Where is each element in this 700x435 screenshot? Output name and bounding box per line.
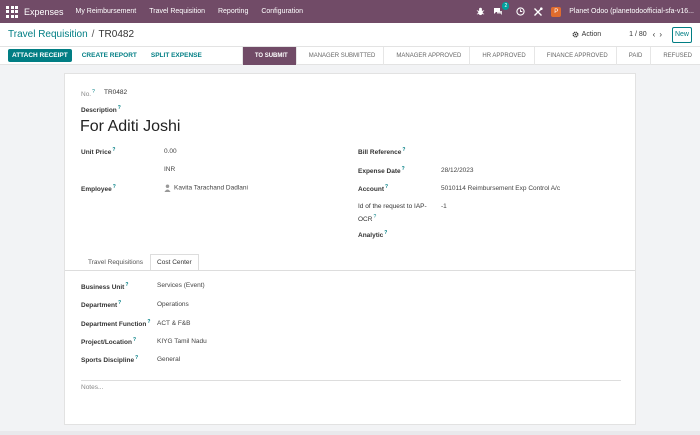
- department-function-label: Department Function?: [81, 319, 151, 329]
- project-location-label: Project/Location?: [81, 337, 136, 347]
- gear-icon: [572, 31, 579, 38]
- breadcrumb-current: TR0482: [98, 29, 135, 40]
- menu-my-reimbursement[interactable]: My Reimbursement: [76, 8, 137, 15]
- iap-ocr-label: Id of the request to IAP- OCR?: [358, 203, 427, 224]
- business-unit-label: Business Unit?: [81, 282, 129, 292]
- unit-price-value[interactable]: 0.00: [164, 148, 177, 155]
- department-value[interactable]: Operations: [157, 301, 189, 308]
- menu-configuration[interactable]: Configuration: [261, 8, 303, 15]
- stage-finance-approved[interactable]: FINANCE APPROVED: [533, 46, 616, 65]
- analytic-label: Analytic?: [358, 230, 388, 240]
- sports-discipline-value[interactable]: General: [157, 356, 180, 363]
- split-expense-button[interactable]: SPLIT EXPENSE: [147, 49, 206, 62]
- chat-badge: 2: [502, 1, 510, 10]
- chat-icon[interactable]: 2: [493, 1, 510, 17]
- top-navbar: Expenses My Reimbursement Travel Requisi…: [0, 0, 700, 23]
- breadcrumb-separator: /: [91, 29, 95, 40]
- notebook-tabs: Travel Requisitions Cost Center: [81, 254, 199, 271]
- help-icon[interactable]: ?: [402, 147, 405, 153]
- attach-receipt-button[interactable]: ATTACH RECEIPT: [8, 49, 72, 62]
- no-label: No.?: [81, 89, 95, 99]
- tab-travel-requisitions[interactable]: Travel Requisitions: [81, 254, 150, 271]
- breadcrumb: Travel Requisition / TR0482: [8, 29, 134, 40]
- stage-to-submit[interactable]: TO SUBMIT: [241, 46, 296, 65]
- employee-label: Employee?: [81, 184, 116, 194]
- stage-manager-approved[interactable]: MANAGER APPROVED: [383, 46, 469, 65]
- bill-reference-input[interactable]: [441, 146, 611, 156]
- employee-field[interactable]: Kavita Tarachand Dadlani: [164, 184, 248, 192]
- business-unit-value[interactable]: Services (Event): [157, 282, 205, 289]
- create-report-button[interactable]: CREATE REPORT: [78, 49, 141, 62]
- help-icon[interactable]: ?: [118, 105, 121, 111]
- help-icon[interactable]: ?: [373, 214, 376, 220]
- clock-icon[interactable]: [515, 7, 525, 17]
- help-icon[interactable]: ?: [384, 230, 387, 236]
- help-icon[interactable]: ?: [385, 184, 388, 190]
- stage-refused[interactable]: REFUSED: [650, 46, 700, 65]
- no-value: TR0482: [104, 89, 128, 96]
- description-label: Description?: [81, 105, 121, 115]
- bill-reference-label: Bill Reference?: [358, 147, 406, 157]
- help-icon[interactable]: ?: [125, 282, 128, 288]
- sports-discipline-label: Sports Discipline?: [81, 355, 139, 365]
- app-brand[interactable]: Expenses: [24, 7, 64, 17]
- pager-value[interactable]: 1 / 80: [629, 31, 647, 38]
- new-button[interactable]: New: [672, 26, 692, 43]
- tab-cost-center[interactable]: Cost Center: [150, 254, 199, 271]
- user-avatar[interactable]: P: [551, 6, 562, 17]
- help-icon[interactable]: ?: [133, 337, 136, 343]
- tab-divider: [65, 270, 635, 271]
- apps-grid-icon[interactable]: [4, 4, 20, 20]
- chatter-strip: [0, 431, 700, 435]
- stage-paid[interactable]: PAID: [615, 46, 651, 65]
- person-icon: [164, 184, 171, 192]
- stage-manager-submitted[interactable]: MANAGER SUBMITTED: [295, 46, 384, 65]
- department-label: Department?: [81, 300, 122, 310]
- employee-value: Kavita Tarachand Dadlani: [174, 184, 248, 192]
- notes-input[interactable]: Notes...: [81, 384, 103, 391]
- account-label: Account?: [358, 184, 389, 194]
- menu-reporting[interactable]: Reporting: [218, 8, 248, 15]
- currency-value[interactable]: INR: [164, 166, 175, 173]
- help-icon[interactable]: ?: [147, 319, 150, 325]
- iap-ocr-value[interactable]: -1: [441, 203, 447, 210]
- help-icon[interactable]: ?: [113, 184, 116, 190]
- menu-travel-requisition[interactable]: Travel Requisition: [149, 8, 205, 15]
- description-value[interactable]: For Aditi Joshi: [80, 118, 180, 136]
- action-label: Action: [581, 31, 602, 38]
- status-bar: ATTACH RECEIPT CREATE REPORT SPLIT EXPEN…: [0, 46, 700, 65]
- user-name[interactable]: Planet Odoo (planetodoofficial-sfa-v16..…: [569, 8, 694, 15]
- pager-prev-icon[interactable]: ‹: [653, 30, 656, 39]
- tools-icon[interactable]: [533, 6, 543, 17]
- help-icon[interactable]: ?: [135, 355, 138, 361]
- help-icon[interactable]: ?: [118, 300, 121, 306]
- account-value[interactable]: 5010114 Reimbursement Exp Control A/c: [441, 185, 560, 192]
- pager-next-icon[interactable]: ›: [659, 30, 662, 39]
- help-icon[interactable]: ?: [92, 89, 95, 95]
- expense-date-value[interactable]: 28/12/2023: [441, 167, 474, 174]
- unit-price-label: Unit Price?: [81, 147, 116, 157]
- help-icon[interactable]: ?: [112, 147, 115, 153]
- action-button[interactable]: Action: [572, 31, 601, 38]
- stage-pipeline: TO SUBMIT MANAGER SUBMITTED MANAGER APPR…: [241, 46, 700, 65]
- expense-date-label: Expense Date?: [358, 166, 405, 176]
- bug-icon[interactable]: [475, 7, 485, 17]
- form-sheet: No.? TR0482 Description? For Aditi Joshi…: [64, 73, 636, 425]
- breadcrumb-parent[interactable]: Travel Requisition: [8, 29, 88, 40]
- notes-divider: [81, 380, 621, 381]
- department-function-value[interactable]: ACT & F&B: [157, 320, 190, 327]
- stage-hr-approved[interactable]: HR APPROVED: [469, 46, 533, 65]
- control-panel: Travel Requisition / TR0482 Action 1 / 8…: [0, 23, 700, 47]
- help-icon[interactable]: ?: [402, 166, 405, 172]
- project-location-value[interactable]: KIYG Tamil Nadu: [157, 338, 207, 345]
